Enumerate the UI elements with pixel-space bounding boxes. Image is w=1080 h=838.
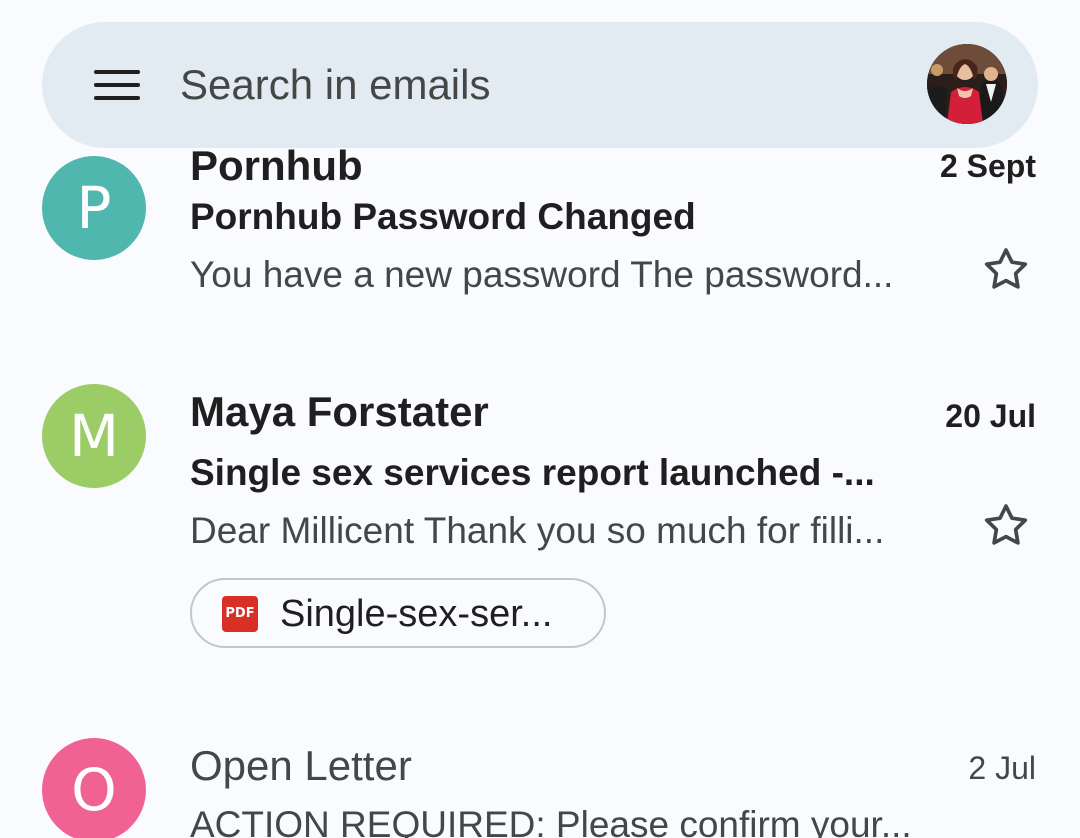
sender-avatar: P xyxy=(42,156,146,260)
email-row-maya-forstater[interactable]: M Maya Forstater 20 Jul Single sex servi… xyxy=(0,382,1080,672)
sender-avatar: M xyxy=(42,384,146,488)
email-subject: ACTION REQUIRED: Please confirm your... xyxy=(190,804,912,838)
email-date: 2 Jul xyxy=(968,750,1036,786)
email-date: 20 Jul xyxy=(945,398,1036,434)
email-snippet: Dear Millicent Thank you so much for fil… xyxy=(190,510,885,551)
sender-avatar: O xyxy=(42,738,146,838)
search-input[interactable] xyxy=(180,58,860,112)
sender-name: Open Letter xyxy=(190,742,412,789)
star-icon[interactable] xyxy=(980,244,1032,296)
sender-name: Maya Forstater xyxy=(190,388,489,435)
email-date: 2 Sept xyxy=(939,148,1036,184)
email-snippet: You have a new password The password... xyxy=(190,254,894,295)
account-avatar[interactable] xyxy=(927,44,1007,124)
attachment-name: Single-sex-ser... xyxy=(280,593,553,635)
star-icon[interactable] xyxy=(980,500,1032,552)
email-row-open-letter[interactable]: O Open Letter 2 Jul ACTION REQUIRED: Ple… xyxy=(0,736,1080,838)
hamburger-menu-icon[interactable] xyxy=(92,70,140,100)
gmail-inbox-screen: P Pornhub 2 Sept Pornhub Password Change… xyxy=(0,0,1080,838)
pdf-icon: PDF xyxy=(222,596,258,632)
email-subject: Pornhub Password Changed xyxy=(190,196,696,237)
profile-photo xyxy=(927,44,1007,124)
email-row-pornhub[interactable]: P Pornhub 2 Sept Pornhub Password Change… xyxy=(0,130,1080,320)
attachment-chip[interactable]: PDF Single-sex-ser... xyxy=(190,578,606,648)
email-subject: Single sex services report launched -... xyxy=(190,452,875,493)
